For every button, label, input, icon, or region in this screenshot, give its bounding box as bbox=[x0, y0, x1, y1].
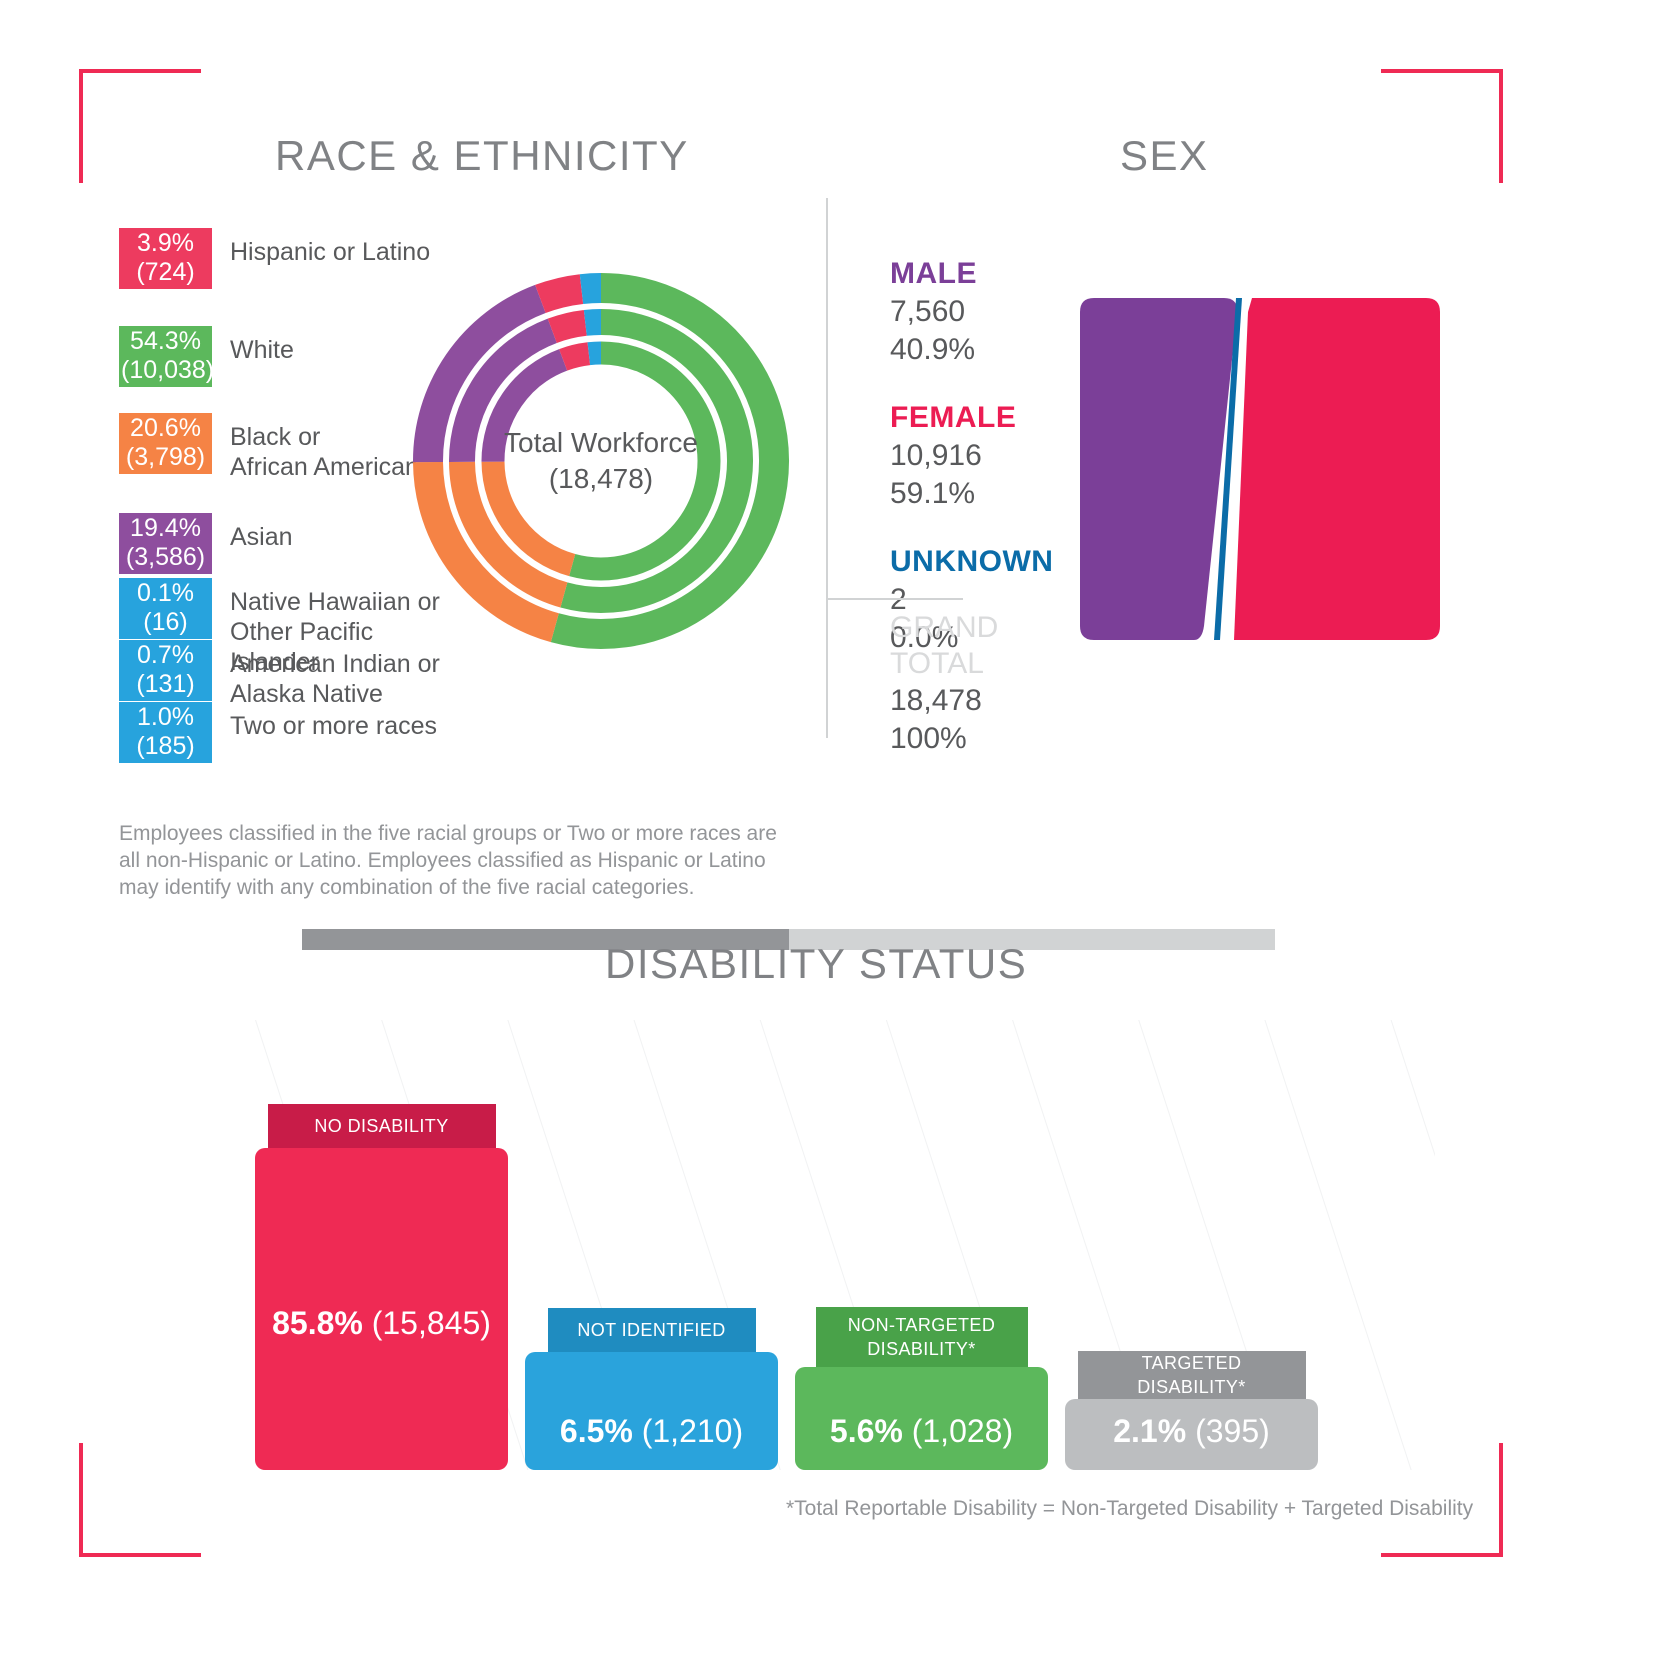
race-legend-label: White bbox=[230, 336, 294, 364]
race-section-title: RACE & ETHNICITY bbox=[275, 132, 689, 179]
race-legend-swatch: 20.6% (3,798) bbox=[119, 413, 212, 474]
race-footnote: Employees classified in the five racial … bbox=[119, 822, 777, 899]
grand-total-label-line2: TOTAL bbox=[890, 647, 984, 680]
race-legend-label: Black or African American bbox=[230, 423, 419, 481]
sex-stat-count: 10,916 bbox=[890, 439, 982, 472]
race-legend-count: (16) bbox=[143, 608, 188, 636]
disability-bar-percent: 2.1% bbox=[1113, 1413, 1187, 1449]
race-legend-item: 20.6% (3,798) Black or African American bbox=[119, 413, 419, 482]
race-legend-swatch: 0.1% (16) bbox=[119, 578, 212, 639]
disability-bar-body: 6.5% (1,210) bbox=[525, 1352, 778, 1470]
race-legend-count: (724) bbox=[136, 258, 195, 286]
race-legend-item: 0.7% (131) American Indian or Alaska Nativ… bbox=[119, 640, 440, 709]
disability-bar-body: 5.6% (1,028) bbox=[795, 1367, 1048, 1470]
disability-bar-label: NO DISABILITY bbox=[267, 1104, 496, 1148]
disability-bar-count: (1,210) bbox=[632, 1413, 744, 1449]
disability-bar-body: 85.8% (15,845) bbox=[255, 1148, 508, 1470]
sex-bar-male bbox=[1080, 298, 1238, 640]
disability-bar: TARGETED DISABILITY* 2.1% (395) bbox=[1065, 1351, 1318, 1470]
race-legend-percent: 0.1% bbox=[137, 579, 194, 607]
race-legend-item: 1.0% (185) Two or more races bbox=[119, 702, 437, 763]
disability-bar-count: (15,845) bbox=[362, 1305, 491, 1341]
disability-bar-label: NOT IDENTIFIED bbox=[547, 1308, 756, 1352]
disability-bar-body: 2.1% (395) bbox=[1065, 1399, 1318, 1470]
grand-total-count: 18,478 bbox=[890, 684, 982, 717]
disability-bar-value: 6.5% (1,210) bbox=[525, 1412, 778, 1450]
race-legend-item: 54.3% (10,038) White bbox=[119, 326, 294, 387]
race-legend-count: (10,038) bbox=[121, 356, 215, 384]
sex-stat-name: UNKNOWN bbox=[890, 545, 1054, 578]
corner-bracket-bottom-left bbox=[79, 1443, 201, 1557]
disability-bar: NON-TARGETED DISABILITY* 5.6% (1,028) bbox=[795, 1307, 1048, 1470]
race-legend-label: Asian bbox=[230, 523, 293, 551]
sex-total-rule bbox=[826, 598, 963, 600]
donut-segment-hispanic-latino-ring3 bbox=[559, 342, 591, 371]
corner-bracket-top-right bbox=[1381, 69, 1503, 183]
disability-bar-percent: 85.8% bbox=[272, 1305, 363, 1341]
sex-stat-percent: 40.9% bbox=[890, 333, 976, 366]
race-legend-count: (3,586) bbox=[125, 543, 206, 571]
sex-stat-count: 7,560 bbox=[890, 295, 966, 328]
disability-bar-label: NON-TARGETED DISABILITY* bbox=[815, 1307, 1028, 1367]
race-legend-swatch: 19.4% (3,586) bbox=[119, 513, 212, 574]
sex-vertical-divider bbox=[826, 198, 828, 738]
race-legend-item: 19.4% (3,586) Asian bbox=[119, 513, 293, 574]
disability-chart-area: NO DISABILITY 85.8% (15,845) NOT IDENTIFIE… bbox=[255, 1020, 1435, 1470]
disability-bar-value: 85.8% (15,845) bbox=[255, 1304, 508, 1342]
disability-bar-count: (1,028) bbox=[902, 1413, 1014, 1449]
sex-stat-group: MALE 7,560 40.9% bbox=[890, 255, 1070, 369]
race-legend-item: 3.9% (724) Hispanic or Latino bbox=[119, 228, 430, 289]
race-legend-percent: 0.7% bbox=[137, 641, 194, 669]
disability-bar-percent: 5.6% bbox=[829, 1413, 903, 1449]
sex-stat-name: MALE bbox=[890, 257, 977, 290]
grand-total-percent: 100% bbox=[890, 722, 967, 755]
infographic-canvas: RACE & ETHNICITY 3.9% (724) Hispanic or La… bbox=[0, 0, 1669, 1669]
race-legend-swatch: 0.7% (131) bbox=[119, 640, 212, 701]
race-legend-percent: 54.3% bbox=[130, 327, 201, 355]
sex-section-title: SEX bbox=[1120, 132, 1209, 179]
race-legend-label: Two or more races bbox=[230, 712, 438, 740]
race-legend-percent: 1.0% bbox=[137, 703, 194, 731]
corner-bracket-top-left bbox=[79, 69, 201, 183]
disability-bar: NO DISABILITY 85.8% (15,845) bbox=[255, 1104, 508, 1470]
race-legend-label: Hispanic or Latino bbox=[230, 238, 431, 266]
race-legend-swatch: 3.9% (724) bbox=[119, 228, 212, 289]
grand-total-label-line1: GRAND bbox=[890, 611, 999, 644]
race-legend-percent: 3.9% bbox=[137, 229, 194, 257]
sex-stat-name: FEMALE bbox=[890, 401, 1017, 434]
disability-bar-percent: 6.5% bbox=[559, 1413, 633, 1449]
sex-bar-chart bbox=[1080, 298, 1440, 640]
donut-segment-white-ring3 bbox=[569, 341, 721, 581]
sex-stat-percent: 59.1% bbox=[890, 477, 976, 510]
donut-segment-hispanic-latino-ring1 bbox=[535, 274, 584, 314]
race-legend-label: American Indian or Alaska Native bbox=[230, 650, 440, 708]
race-legend-count: (131) bbox=[136, 670, 195, 698]
sex-bar-female bbox=[1234, 298, 1440, 640]
disability-footnote: *Total Reportable Disability = Non-Targe… bbox=[786, 1497, 1474, 1520]
race-legend-percent: 19.4% bbox=[130, 514, 201, 542]
race-donut-chart bbox=[413, 273, 789, 649]
race-legend-swatch: 54.3% (10,038) bbox=[119, 326, 215, 387]
donut-segment-other-races-ring2 bbox=[583, 309, 602, 336]
donut-segment-other-races-ring3 bbox=[587, 341, 602, 366]
sex-grand-total: GRAND TOTAL 18,478 100% bbox=[890, 610, 1090, 758]
donut-segment-hispanic-latino-ring2 bbox=[547, 309, 588, 344]
disability-bar: NOT IDENTIFIED 6.5% (1,210) bbox=[525, 1308, 778, 1470]
disability-section-title: DISABILITY STATUS bbox=[605, 940, 1028, 987]
disability-bar-label: TARGETED DISABILITY* bbox=[1077, 1351, 1306, 1399]
race-legend-percent: 20.6% bbox=[130, 414, 201, 442]
race-legend-count: (185) bbox=[136, 732, 195, 760]
race-legend-swatch: 1.0% (185) bbox=[119, 702, 212, 763]
disability-bar-count: (395) bbox=[1186, 1413, 1270, 1449]
sex-stat-group: FEMALE 10,916 59.1% bbox=[890, 399, 1070, 513]
race-legend-count: (3,798) bbox=[125, 443, 206, 471]
disability-bar-value: 2.1% (395) bbox=[1065, 1412, 1318, 1450]
disability-bar-value: 5.6% (1,028) bbox=[795, 1412, 1048, 1450]
donut-segment-other-races-ring1 bbox=[579, 273, 602, 305]
